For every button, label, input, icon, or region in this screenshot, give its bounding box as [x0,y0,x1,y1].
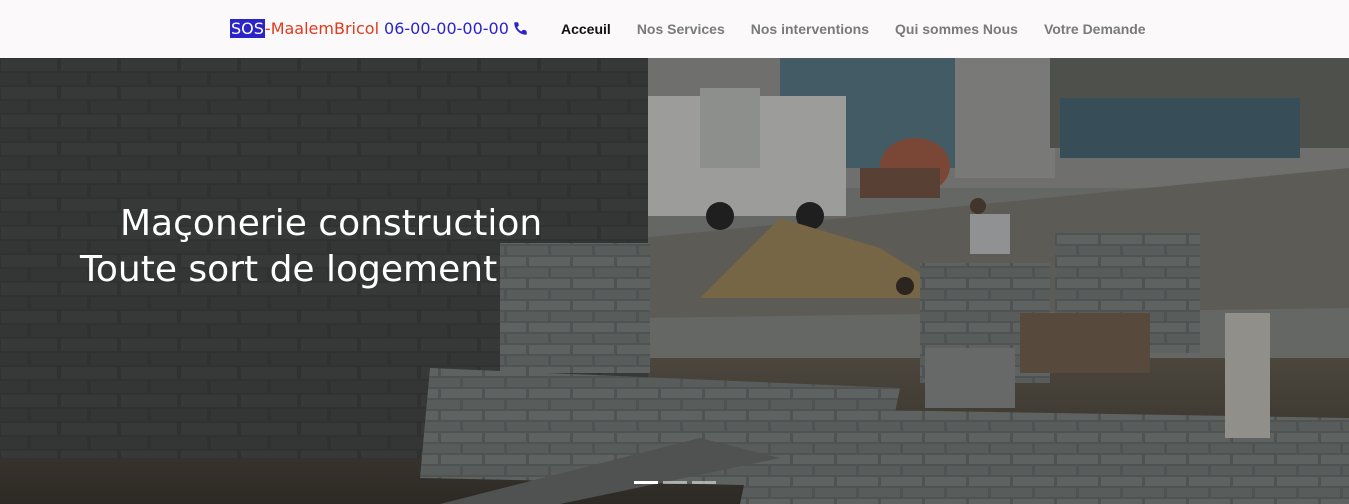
carousel-indicators [634,481,716,484]
nav-item-nos-services[interactable]: Nos Services [624,20,738,38]
brand-name: MaalemBricol [270,19,380,38]
hero-caption-line1: Maçonerie construction [120,203,543,244]
brand-sos: SOS [230,19,265,38]
phone-icon [513,20,528,42]
hero-caption-line2: Toute sort de logement [80,249,498,290]
nav-item-qui-sommes-nous[interactable]: Qui sommes Nous [882,20,1031,38]
nav-item-votre-demande[interactable]: Votre Demande [1031,20,1159,38]
hero-carousel[interactable]: Maçonerie construction Toute sort de log… [0,58,1349,504]
nav-item-acceuil[interactable]: Acceuil [548,20,624,38]
navbar: SOS-MaalemBricol 06-00-00-00-00 Acceuil N… [0,0,1349,58]
brand-phone: 06-00-00-00-00 [384,19,509,38]
brand[interactable]: SOS-MaalemBricol 06-00-00-00-00 [230,18,528,42]
nav-item-nos-interventions[interactable]: Nos interventions [738,20,882,38]
carousel-indicator-2[interactable] [663,481,687,484]
carousel-indicator-1[interactable] [634,481,658,484]
main-nav: Acceuil Nos Services Nos interventions Q… [548,20,1159,38]
carousel-indicator-3[interactable] [692,481,716,484]
